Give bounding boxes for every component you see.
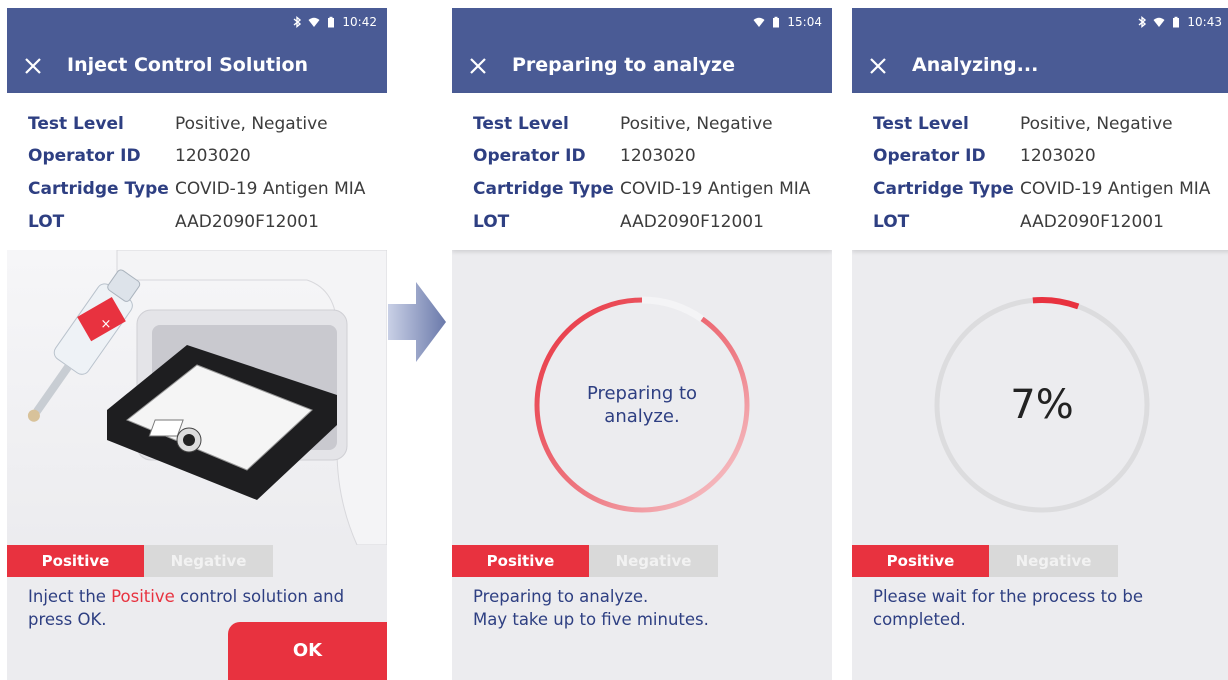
info-row-lot: LOT AAD2090F12001 bbox=[28, 210, 383, 234]
status-time: 15:04 bbox=[787, 15, 822, 29]
info-value: COVID-19 Antigen MIA bbox=[1020, 179, 1211, 199]
analysis-progress-ring: 7% bbox=[927, 290, 1157, 520]
info-row-test-level: Test Level Positive, Negative bbox=[28, 112, 383, 136]
tab-positive[interactable]: Positive bbox=[452, 545, 589, 577]
preparing-label: Preparing to analyze. bbox=[527, 290, 757, 520]
battery-icon bbox=[328, 16, 335, 28]
screen-analyzing: 10:43 Analyzing... Test Level Positive, N… bbox=[852, 8, 1228, 680]
status-time: 10:42 bbox=[342, 15, 377, 29]
bluetooth-icon bbox=[1138, 16, 1147, 28]
wifi-icon bbox=[308, 17, 320, 27]
info-row-cartridge-type: Cartridge Type COVID-19 Antigen MIA bbox=[28, 177, 383, 201]
info-label: Test Level bbox=[28, 114, 124, 134]
tab-negative[interactable]: Negative bbox=[144, 545, 273, 577]
bluetooth-icon bbox=[293, 16, 302, 28]
info-label: Test Level bbox=[873, 114, 969, 134]
page-title: Inject Control Solution bbox=[67, 54, 309, 76]
test-info-card: Test Level Positive, Negative Operator ID… bbox=[7, 93, 387, 250]
wifi-icon bbox=[1153, 17, 1165, 27]
cartridge-injection-illustration: × bbox=[7, 249, 387, 546]
tab-negative[interactable]: Negative bbox=[989, 545, 1118, 577]
info-value: 1203020 bbox=[620, 146, 696, 166]
info-row-cartridge-type: Cartridge Type COVID-19 Antigen MIA bbox=[873, 177, 1228, 201]
info-value: AAD2090F12001 bbox=[1020, 212, 1164, 232]
device-illustration: × bbox=[27, 249, 387, 546]
info-value: 1203020 bbox=[175, 146, 251, 166]
info-row-lot: LOT AAD2090F12001 bbox=[473, 210, 828, 234]
tab-positive[interactable]: Positive bbox=[852, 545, 989, 577]
page-title: Preparing to analyze bbox=[512, 54, 735, 76]
info-value: Positive, Negative bbox=[175, 114, 328, 134]
status-message: Preparing to analyze. May take up to fiv… bbox=[473, 585, 709, 631]
ok-button[interactable]: OK bbox=[228, 622, 387, 680]
info-value: AAD2090F12001 bbox=[620, 212, 764, 232]
next-arrow-icon bbox=[388, 282, 446, 362]
info-label: LOT bbox=[473, 212, 510, 232]
preparing-label-line1: Preparing to bbox=[586, 383, 698, 404]
info-label: Cartridge Type bbox=[873, 179, 1014, 199]
screen-inject-control-solution: 10:42 Inject Control Solution Test Level… bbox=[7, 8, 387, 680]
info-label: Test Level bbox=[473, 114, 569, 134]
test-info-card: Test Level Positive, Negative Operator ID… bbox=[452, 93, 832, 250]
preparing-spinner: Preparing to analyze. bbox=[527, 290, 757, 520]
status-message: Please wait for the process to be comple… bbox=[873, 585, 1143, 631]
status-message-line2: May take up to five minutes. bbox=[473, 610, 709, 629]
screen-preparing-to-analyze: 15:04 Preparing to analyze Test Level Pos… bbox=[452, 8, 832, 680]
page-title: Analyzing... bbox=[912, 54, 1039, 76]
test-info-card: Test Level Positive, Negative Operator ID… bbox=[852, 93, 1228, 250]
info-row-operator-id: Operator ID 1203020 bbox=[473, 144, 828, 168]
control-level-tabs: Positive Negative bbox=[452, 545, 718, 577]
close-icon[interactable] bbox=[21, 54, 45, 78]
info-label: LOT bbox=[873, 212, 910, 232]
control-level-tabs: Positive Negative bbox=[852, 545, 1118, 577]
status-bar: 10:43 bbox=[852, 8, 1228, 38]
tab-positive[interactable]: Positive bbox=[7, 545, 144, 577]
info-value: COVID-19 Antigen MIA bbox=[620, 179, 811, 199]
instruction-highlight: Positive bbox=[111, 587, 175, 606]
title-bar: Analyzing... bbox=[852, 38, 1228, 93]
tab-negative[interactable]: Negative bbox=[589, 545, 718, 577]
battery-icon bbox=[1173, 16, 1180, 28]
info-value: 1203020 bbox=[1020, 146, 1096, 166]
status-bar: 15:04 bbox=[452, 8, 832, 38]
control-level-tabs: Positive Negative bbox=[7, 545, 273, 577]
info-row-test-level: Test Level Positive, Negative bbox=[873, 112, 1228, 136]
info-label: LOT bbox=[28, 212, 65, 232]
close-icon[interactable] bbox=[866, 54, 890, 78]
close-icon[interactable] bbox=[466, 54, 490, 78]
wifi-icon bbox=[753, 17, 765, 27]
info-row-lot: LOT AAD2090F12001 bbox=[873, 210, 1228, 234]
status-message-line2: completed. bbox=[873, 610, 966, 629]
info-value: AAD2090F12001 bbox=[175, 212, 319, 232]
title-bar: Inject Control Solution bbox=[7, 38, 387, 93]
info-label: Cartridge Type bbox=[473, 179, 614, 199]
info-label: Cartridge Type bbox=[28, 179, 169, 199]
info-label: Operator ID bbox=[28, 146, 141, 166]
info-row-test-level: Test Level Positive, Negative bbox=[473, 112, 828, 136]
info-label: Operator ID bbox=[873, 146, 986, 166]
instruction-text-start: Inject the bbox=[28, 587, 112, 606]
status-bar: 10:42 bbox=[7, 8, 387, 38]
info-row-operator-id: Operator ID 1203020 bbox=[28, 144, 383, 168]
status-time: 10:43 bbox=[1187, 15, 1222, 29]
progress-percent: 7% bbox=[1010, 382, 1074, 428]
status-message-line1: Please wait for the process to be bbox=[873, 587, 1144, 606]
info-value: Positive, Negative bbox=[620, 114, 773, 134]
svg-text:×: × bbox=[101, 317, 112, 332]
info-label: Operator ID bbox=[473, 146, 586, 166]
info-value: Positive, Negative bbox=[1020, 114, 1173, 134]
title-bar: Preparing to analyze bbox=[452, 38, 832, 93]
preparing-label-line2: analyze. bbox=[604, 406, 680, 427]
info-row-operator-id: Operator ID 1203020 bbox=[873, 144, 1228, 168]
info-value: COVID-19 Antigen MIA bbox=[175, 179, 366, 199]
status-message-line1: Preparing to analyze. bbox=[473, 587, 649, 606]
info-row-cartridge-type: Cartridge Type COVID-19 Antigen MIA bbox=[473, 177, 828, 201]
battery-icon bbox=[773, 16, 780, 28]
